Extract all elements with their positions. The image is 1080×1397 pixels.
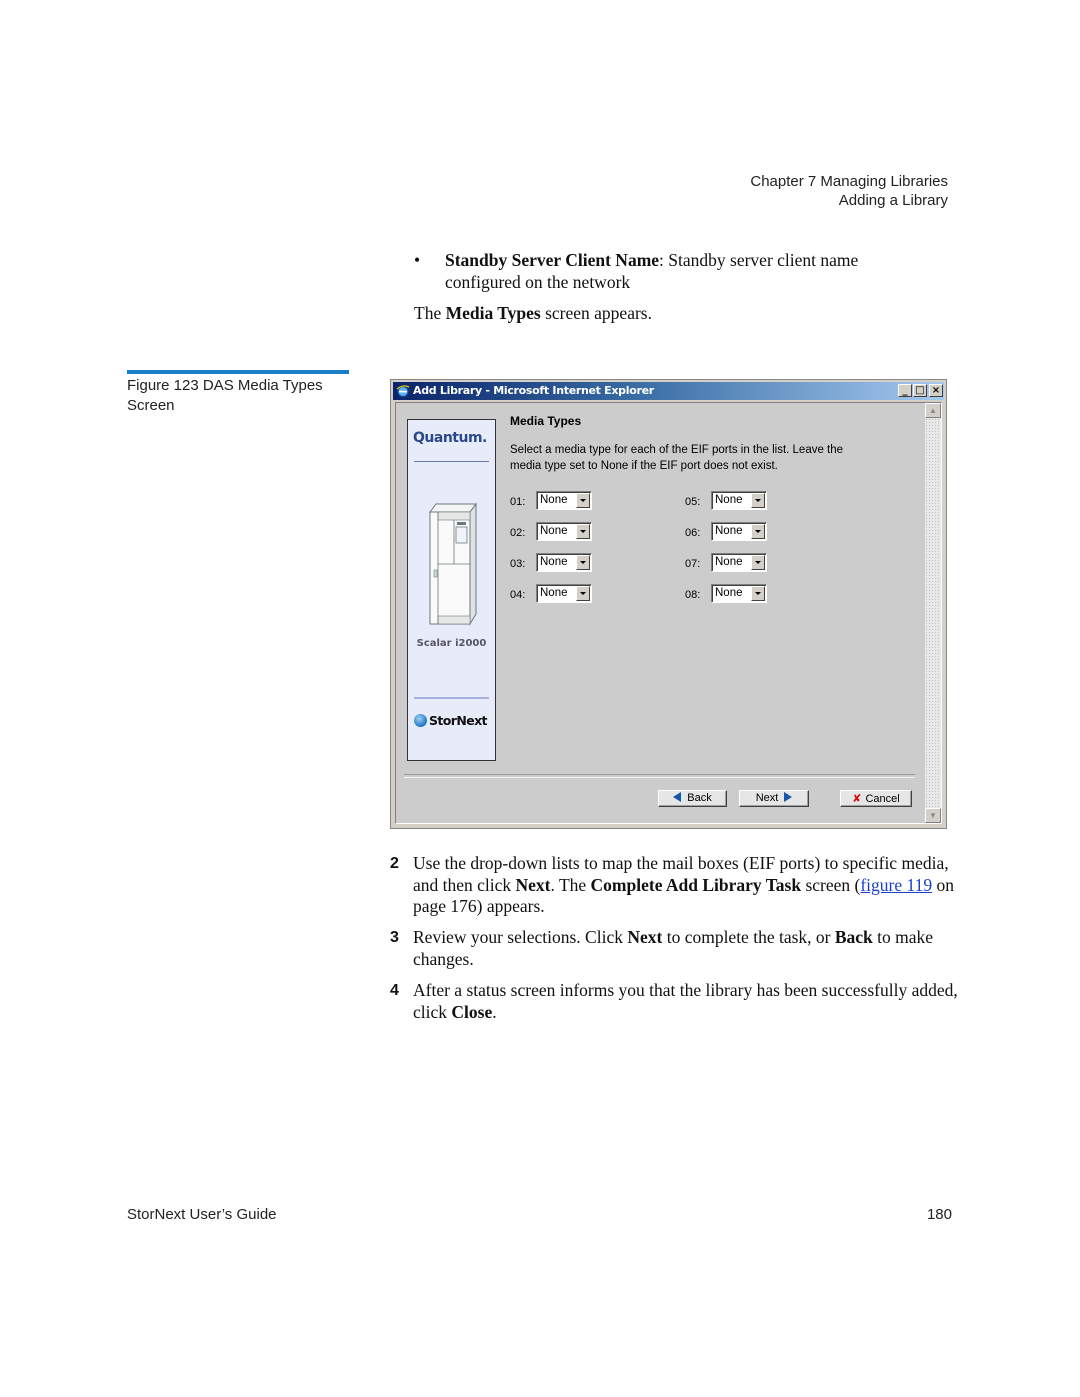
page-content: Quantum. Scalar i2000 StorNext Media Typ… (395, 402, 942, 824)
chapter-title: Chapter 7 Managing Libraries (750, 173, 948, 190)
next-button-label: Next (755, 792, 779, 804)
port-label: 03: (510, 558, 526, 570)
close-button[interactable]: × (929, 384, 943, 397)
brand-panel: Quantum. Scalar i2000 StorNext (407, 419, 496, 761)
port-label: 02: (510, 527, 526, 539)
ui-term: Next (627, 927, 663, 947)
step-text: After a status screen informs you that t… (413, 980, 958, 1023)
intro-suffix: screen appears. (540, 303, 652, 323)
stornext-globe-icon (414, 714, 427, 727)
scroll-up-icon[interactable]: ▲ (925, 403, 941, 418)
scalar-library-image (429, 502, 477, 626)
media-type-select-08[interactable]: None (711, 584, 767, 603)
dropdown-arrow-icon[interactable] (576, 524, 590, 539)
cancel-button-label: Cancel (865, 793, 900, 805)
port-label: 06: (685, 527, 701, 539)
dropdown-arrow-icon[interactable] (751, 524, 765, 539)
footer-guide-title: StorNext User’s Guide (127, 1206, 277, 1223)
figure-119-link[interactable]: figure 119 (860, 875, 932, 895)
ie-window: Add Library - Microsoft Internet Explore… (390, 379, 947, 829)
step-number: 3 (390, 929, 399, 946)
port-label: 01: (510, 496, 526, 508)
dropdown-arrow-icon[interactable] (751, 555, 765, 570)
product-name: Scalar i2000 (416, 638, 487, 649)
text-run: screen ( (801, 874, 861, 895)
caption-rule (127, 370, 349, 374)
bullet-term: Standby Server Client Name (445, 250, 660, 270)
bullet-dot: • (414, 250, 421, 270)
back-button[interactable]: Back (658, 790, 727, 807)
button-separator (404, 774, 915, 778)
step-text: Review your selections. Click Next to co… (413, 927, 958, 970)
brand-divider (414, 461, 489, 462)
bullet-text: Standby Server Client Name: Standby serv… (445, 250, 915, 293)
media-type-select-02[interactable]: None (536, 522, 592, 541)
page-number: 180 (926, 1206, 952, 1223)
text-run: . The (550, 874, 591, 895)
figure-caption: Figure 123 DAS Media Types Screen (127, 377, 323, 414)
media-type-select-03[interactable]: None (536, 553, 592, 572)
media-types-intro: The Media Types screen appears. (414, 303, 652, 325)
dropdown-arrow-icon[interactable] (576, 586, 590, 601)
stornext-logo-text: StorNext (429, 713, 488, 728)
select-value: None (540, 587, 568, 599)
vertical-scrollbar[interactable]: ▲ ▼ (925, 403, 941, 823)
media-type-select-06[interactable]: None (711, 522, 767, 541)
port-label: 07: (685, 558, 701, 570)
cancel-x-icon: ✘ (852, 792, 862, 805)
dropdown-arrow-icon[interactable] (751, 586, 765, 601)
scroll-down-icon[interactable]: ▼ (925, 808, 941, 823)
select-value: None (715, 556, 743, 568)
dropdown-arrow-icon[interactable] (576, 493, 590, 508)
ui-term: Complete Add Library Task (590, 874, 802, 895)
dropdown-arrow-icon[interactable] (751, 493, 765, 508)
select-value: None (715, 525, 743, 537)
select-value: None (540, 494, 568, 506)
select-value: None (540, 525, 568, 537)
port-label: 08: (685, 589, 701, 601)
window-title: Add Library - Microsoft Internet Explore… (413, 384, 654, 397)
internet-explorer-icon (396, 385, 410, 398)
section-title: Adding a Library (838, 192, 948, 209)
panel-divider (414, 697, 489, 699)
form-heading: Media Types (510, 414, 582, 428)
select-value: None (715, 494, 743, 506)
ui-term: Close (451, 1001, 493, 1022)
arrow-left-icon (673, 792, 682, 802)
port-label: 04: (510, 589, 526, 601)
back-button-label: Back (687, 792, 712, 804)
stornext-logo: StorNext (414, 713, 488, 728)
ui-term: Next (515, 874, 551, 895)
text-run: . (492, 1001, 497, 1022)
ui-term: Back (834, 927, 873, 947)
select-value: None (715, 587, 743, 599)
select-value: None (540, 556, 568, 568)
step-number: 4 (390, 982, 399, 999)
maximize-button[interactable]: □ (913, 384, 927, 397)
media-type-select-04[interactable]: None (536, 584, 592, 603)
text-run: to complete the task, or (662, 927, 835, 947)
dropdown-arrow-icon[interactable] (576, 555, 590, 570)
running-header: Chapter 7 Managing Libraries Adding a Li… (750, 172, 948, 210)
form-description: Select a media type for each of the EIF … (510, 444, 844, 472)
text-run: Review your selections. Click (413, 927, 628, 947)
media-type-select-05[interactable]: None (711, 491, 767, 510)
quantum-logo: Quantum. (413, 430, 487, 446)
step-number: 2 (390, 855, 399, 872)
port-label: 05: (685, 496, 701, 508)
cancel-button[interactable]: ✘ Cancel (840, 790, 912, 807)
step-text: Use the drop-down lists to map the mail … (413, 853, 958, 918)
title-bar: Add Library - Microsoft Internet Explore… (393, 382, 944, 400)
arrow-right-icon (784, 792, 793, 802)
intro-bold: Media Types (445, 303, 541, 323)
media-type-select-01[interactable]: None (536, 491, 592, 510)
media-type-select-07[interactable]: None (711, 553, 767, 572)
minimize-button[interactable]: _ (898, 384, 912, 397)
intro-prefix: The (414, 303, 446, 323)
next-button[interactable]: Next (739, 790, 809, 807)
